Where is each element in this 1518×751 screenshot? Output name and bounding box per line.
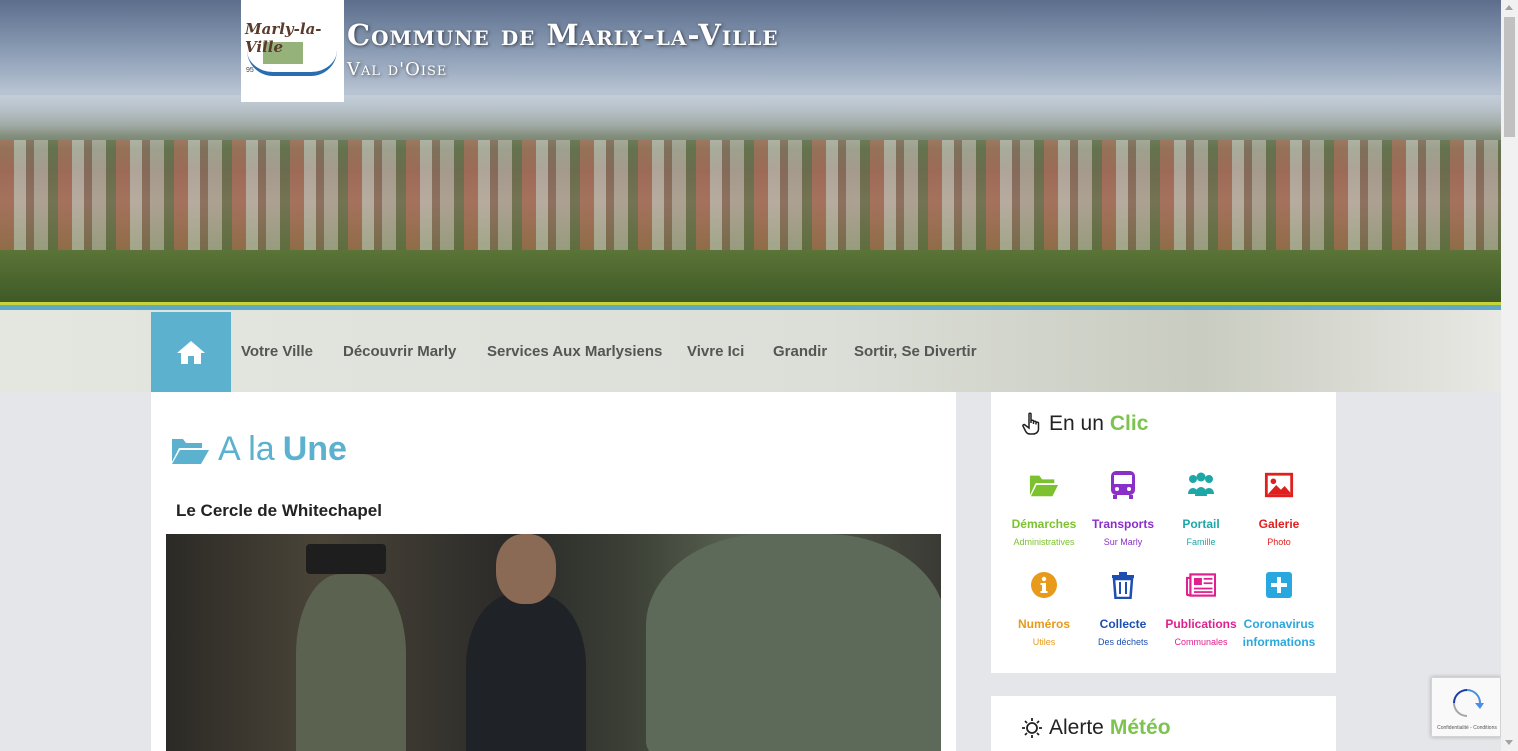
users-icon	[1188, 472, 1214, 496]
clic-publications-label: Publications	[1165, 617, 1237, 631]
clic-coronavirus-label: Coronavirus	[1243, 617, 1315, 631]
figure-top-hat	[306, 544, 386, 574]
figure-woman-center	[466, 594, 586, 751]
site-subtitle: Val d'Oise	[347, 59, 448, 80]
clic-numeros-label: Numéros	[1017, 617, 1070, 631]
figure-man-left	[296, 574, 406, 751]
meteo-title-accent: Météo	[1109, 716, 1171, 739]
recaptcha-text[interactable]: Confidentialité - Conditions	[1434, 725, 1500, 731]
heading-light: A la	[218, 430, 275, 468]
banner-town-photo	[0, 140, 1501, 260]
clic-portail-sublabel: Famille	[1186, 537, 1216, 547]
logo-department: 95	[246, 67, 254, 74]
clic-publications[interactable]: Publications Communales	[1159, 570, 1243, 647]
bus-icon	[1111, 471, 1135, 499]
image-icon	[1264, 472, 1294, 498]
clic-demarches[interactable]: Démarches Administratives	[1002, 470, 1086, 547]
en-un-clic-heading: En un Clic	[1021, 412, 1148, 436]
scroll-down-arrow[interactable]	[1505, 740, 1513, 745]
article-title-link[interactable]: Le Cercle de Whitechapel	[176, 501, 382, 521]
clic-galerie[interactable]: Galerie Photo	[1237, 470, 1321, 547]
clic-demarches-label: Démarches	[1011, 517, 1077, 531]
nav-item-vivre-ici[interactable]: Vivre Ici	[687, 343, 744, 360]
site-title: Commune de Marly-la-Ville	[347, 18, 779, 52]
clic-numeros-sublabel: Utiles	[1032, 637, 1056, 647]
newspaper-icon	[1186, 573, 1216, 597]
hand-pointer-icon	[1022, 412, 1040, 435]
plus-square-icon	[1266, 572, 1292, 598]
clic-demarches-sublabel: Administratives	[1013, 537, 1075, 547]
alerte-meteo-heading: Alerte Météo	[1021, 716, 1171, 740]
nav-item-sortir[interactable]: Sortir, Se Divertir	[854, 343, 977, 360]
scroll-up-arrow[interactable]	[1505, 5, 1513, 10]
clic-publications-sublabel: Communales	[1174, 637, 1228, 647]
clic-collecte-sublabel: Des déchets	[1097, 637, 1149, 647]
clic-collecte-label: Collecte	[1099, 617, 1147, 631]
clic-galerie-sublabel: Photo	[1267, 537, 1291, 547]
recaptcha-icon	[1453, 689, 1484, 717]
clic-coronavirus-sublabel: informations	[1242, 635, 1316, 649]
page-scrollbar[interactable]	[1501, 0, 1518, 751]
clic-transports-label: Transports	[1091, 517, 1154, 531]
home-icon	[177, 341, 205, 364]
clic-coronavirus[interactable]: Coronavirus informations	[1237, 570, 1321, 649]
banner-field	[0, 250, 1501, 302]
clic-galerie-label: Galerie	[1258, 517, 1300, 531]
nav-item-votre-ville[interactable]: Votre Ville	[241, 343, 313, 360]
scroll-thumb[interactable]	[1504, 17, 1515, 137]
clic-numeros[interactable]: Numéros Utiles	[1002, 570, 1086, 647]
nav-item-decouvrir-marly[interactable]: Découvrir Marly	[343, 343, 456, 360]
meteo-title-light: Alerte	[1049, 716, 1104, 739]
info-icon	[1031, 572, 1057, 598]
heading-strong: Une	[282, 430, 347, 468]
clic-portail[interactable]: Portail Famille	[1159, 470, 1243, 547]
nav-item-services[interactable]: Services Aux Marlysiens	[487, 343, 662, 360]
clic-transports[interactable]: Transports Sur Marly	[1081, 470, 1165, 547]
folder-icon	[1029, 475, 1059, 497]
sun-icon	[1022, 718, 1042, 738]
figure-man-right	[646, 534, 941, 751]
clic-portail-label: Portail	[1182, 517, 1220, 531]
section-heading-a-la-une: A la Une	[170, 430, 347, 469]
site-logo[interactable]: Marly-la-Ville 95	[241, 0, 344, 102]
banner-sky-haze	[0, 95, 1501, 135]
nav-home-button[interactable]	[151, 312, 231, 392]
logo-text: Marly-la-Ville	[245, 20, 322, 56]
figure-woman-face	[496, 534, 556, 604]
clic-transports-sublabel: Sur Marly	[1103, 537, 1143, 547]
clic-title-accent: Clic	[1109, 412, 1149, 435]
clic-collecte[interactable]: Collecte Des déchets	[1081, 570, 1165, 647]
trash-icon	[1112, 572, 1134, 599]
clic-title-light: En un	[1049, 412, 1104, 435]
recaptcha-badge[interactable]: Confidentialité - Conditions	[1431, 677, 1501, 737]
nav-item-grandir[interactable]: Grandir	[773, 343, 827, 360]
article-image[interactable]	[166, 534, 941, 751]
folder-open-icon	[172, 438, 209, 464]
